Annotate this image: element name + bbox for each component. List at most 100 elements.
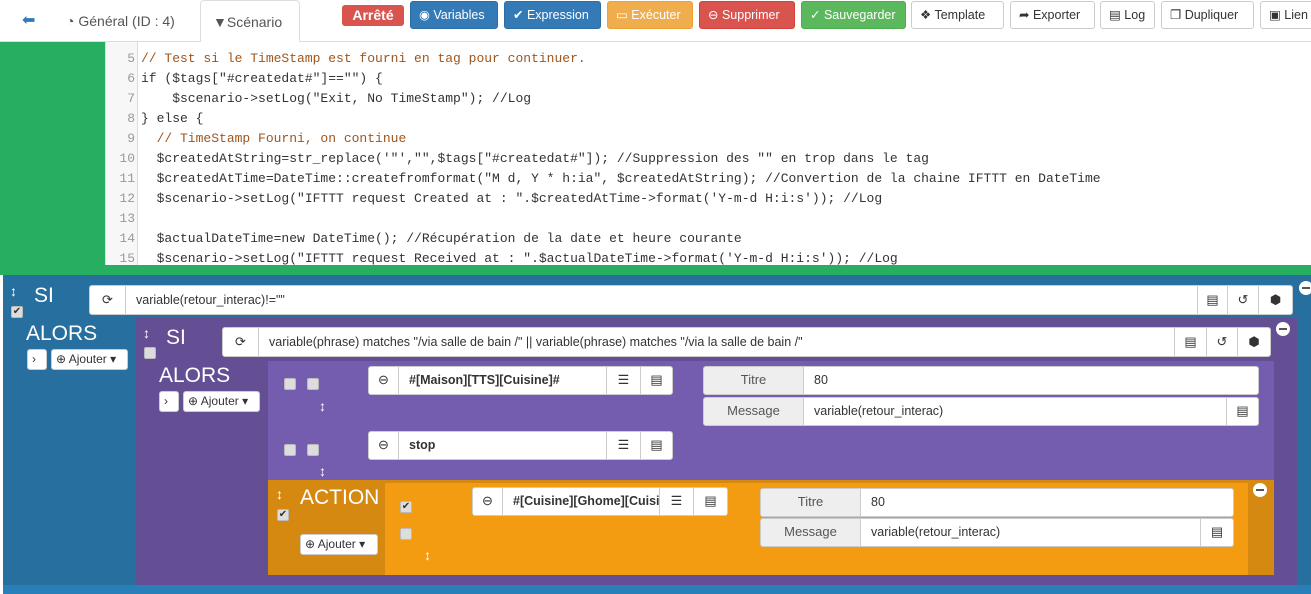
log-button[interactable]: ▤ Log [1100,1,1155,29]
enable-checkbox[interactable] [144,347,156,359]
drag-handle-icon[interactable]: ↕ [10,283,17,299]
check-circle-icon: ✓ [810,8,824,22]
command-input[interactable]: #[Maison][TTS][Cuisine]# [398,366,607,395]
code-line: 11 $createdAtTime=DateTime::createfromfo… [106,169,1311,189]
list-icon[interactable]: ▤ [1197,285,1228,315]
remove-block-icon[interactable] [1276,322,1290,336]
options-icon[interactable]: ▤ [640,366,673,395]
titre-label: Titre [703,366,804,395]
variables-button[interactable]: ◉ Variables [410,1,498,29]
back-arrow-icon[interactable]: ⬅ [10,0,47,42]
execute-button[interactable]: ▭ Exécuter [607,1,693,29]
plus-circle-icon: ⊕ [56,352,69,366]
drag-handle-icon[interactable]: ↕ [319,398,326,414]
condition-input[interactable]: variable(phrase) matches "/via salle de … [258,327,1175,357]
cube-icon[interactable]: ⬢ [1258,285,1293,315]
code-line: 14 $actualDateTime=new DateTime(); //Réc… [106,229,1311,249]
condition-input[interactable]: variable(retour_interac)!="" [125,285,1198,315]
enable-checkbox[interactable]: ✔ [400,501,412,513]
drag-handle-icon[interactable]: ↕ [319,463,326,479]
list-icon[interactable]: ▤ [1226,397,1259,426]
plus-circle-icon: ⊕ [188,394,201,408]
enable-checkbox[interactable] [284,444,296,456]
options-icon[interactable]: ▤ [693,487,728,516]
code-line: 7 $scenario->setLog("Exit, No TimeStamp"… [106,89,1311,109]
filter-icon: ▼ [213,14,227,30]
options-icon[interactable]: ▤ [640,431,673,460]
refresh-icon[interactable]: ⟳ [89,285,126,315]
save-button[interactable]: ✓ Sauvegarder [801,1,906,29]
titre-label: Titre [760,488,861,517]
drag-handle-icon[interactable]: ↕ [424,547,431,563]
cube-icon[interactable]: ⬢ [1237,327,1271,357]
select-command-icon[interactable]: ☰ [659,487,694,516]
code-text: if ($tags["#createdat#"]=="") { [141,71,383,86]
remove-action-icon[interactable]: ⊖ [368,431,399,460]
remove-block-icon[interactable] [1299,281,1311,295]
background-checkbox[interactable] [307,444,319,456]
list-icon[interactable]: ▤ [1174,327,1207,357]
line-number: 12 [119,191,135,206]
alors-label: ALORS [159,364,231,387]
delete-button[interactable]: ⊖ Supprimer [699,1,795,29]
duplicate-button[interactable]: ❐ Dupliquer [1161,1,1254,29]
enable-checkbox[interactable] [284,378,296,390]
refresh-icon[interactable]: ⟳ [222,327,259,357]
file-icon: ▤ [1109,8,1125,22]
line-number: 7 [127,91,135,106]
status-badge: Arrêté [342,5,404,26]
alors-label: ALORS [26,322,98,345]
remove-action-icon[interactable]: ⊖ [368,366,399,395]
code-line: 6 if ($tags["#createdat#"]=="") { [106,69,1311,89]
tab-general[interactable]: ◔ Général (ID : 4) [54,0,187,42]
titre-input[interactable]: 80 [860,488,1234,517]
plus-circle-icon: ⊕ [305,537,318,551]
list-icon[interactable]: ▤ [1200,518,1234,547]
message-label: Message [703,397,804,426]
select-command-icon[interactable]: ☰ [606,366,641,395]
line-number: 13 [119,211,135,226]
code-text: $createdAtString=str_replace('"',"",$tag… [141,151,929,166]
message-input[interactable]: variable(retour_interac) [803,397,1227,426]
collapse-button[interactable]: › [27,349,47,370]
copy-icon: ❐ [1170,8,1185,22]
remove-block-icon[interactable] [1253,483,1267,497]
add-button[interactable]: ⊕ Ajouter ▾ [183,391,260,412]
line-number: 5 [127,51,135,66]
add-button[interactable]: ⊕ Ajouter ▾ [300,534,378,555]
chevron-right-icon: › [32,352,36,366]
link-button[interactable]: ▣ Lien [1260,1,1311,29]
drag-handle-icon[interactable]: ↕ [143,325,150,341]
select-command-icon[interactable]: ☰ [606,431,641,460]
expression-button[interactable]: ✔ Expression [504,1,601,29]
titre-input[interactable]: 80 [803,366,1259,395]
history-icon[interactable]: ↺ [1227,285,1259,315]
collapse-button[interactable]: › [159,391,179,412]
history-icon[interactable]: ↺ [1206,327,1238,357]
drag-handle-icon[interactable]: ↕ [276,486,283,502]
code-text: $actualDateTime=new DateTime(); //Récupé… [141,231,742,246]
export-button[interactable]: ➦ Exporter [1010,1,1095,29]
add-button[interactable]: ⊕ Ajouter ▾ [51,349,128,370]
command-input[interactable]: #[Cuisine][Ghome][Cuisine]# [502,487,660,516]
background-checkbox[interactable] [400,528,412,540]
command-input[interactable]: stop [398,431,607,460]
template-button[interactable]: ❖ Template [911,1,1004,29]
remove-action-icon[interactable]: ⊖ [472,487,503,516]
line-number: 11 [119,171,135,186]
code-line: 13 [106,209,1311,229]
message-input[interactable]: variable(retour_interac) [860,518,1201,547]
eye-icon: ◉ [419,8,434,22]
line-number: 6 [127,71,135,86]
code-line: 15 $scenario->setLog("IFTTT request Rece… [106,249,1311,265]
enable-checkbox[interactable]: ✔ [277,509,289,521]
background-checkbox[interactable] [307,378,319,390]
code-text: $scenario->setLog("IFTTT request Receive… [141,251,898,265]
code-line: 5 // Test si le TimeStamp est fourni en t… [106,49,1311,69]
enable-checkbox[interactable]: ✔ [11,306,23,318]
tab-scenario[interactable]: ▼Scénario [200,0,300,43]
message-label: Message [760,518,861,547]
code-editor[interactable]: 5 // Test si le TimeStamp est fourni en t… [105,42,1311,265]
si-label: SI [166,326,186,349]
line-number: 9 [127,131,135,146]
